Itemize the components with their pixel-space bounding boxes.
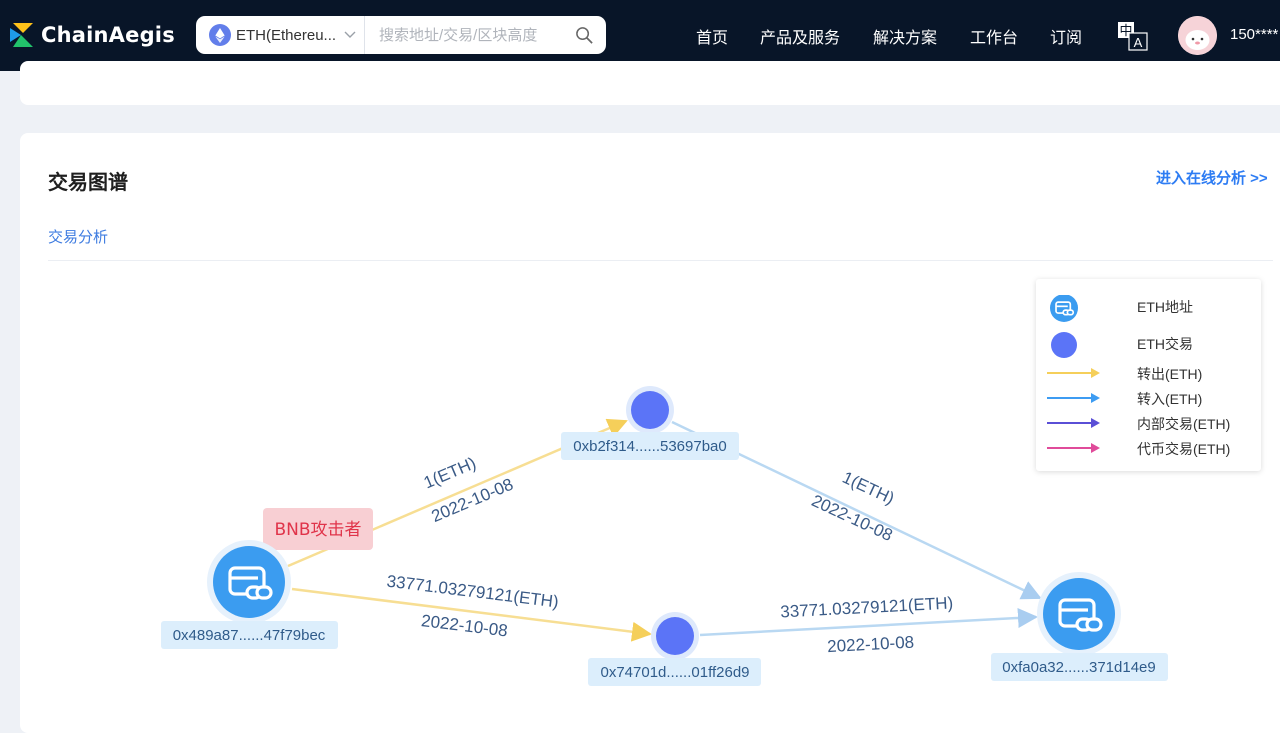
legend-label-token: 代币交易(ETH) <box>1137 441 1231 457</box>
legend-item-transaction[interactable]: ETH交易 <box>1036 332 1261 358</box>
edge-amount-e4: 33771.03279121(ETH) <box>780 593 954 621</box>
legend-item-in[interactable]: 转入(ETH) <box>1036 387 1261 409</box>
attacker-tag-label: BNB攻击者 <box>274 520 361 540</box>
tx-label-top[interactable]: 0xb2f314......53697ba0 <box>573 438 726 455</box>
legend-item-internal[interactable]: 内部交易(ETH) <box>1036 412 1261 434</box>
transaction-dot-icon <box>1051 332 1077 358</box>
address-label-target[interactable]: 0xfa0a32......371d14e9 <box>1002 659 1155 676</box>
in-arrow-icon <box>1047 393 1100 403</box>
legend-label-transaction: ETH交易 <box>1137 336 1193 352</box>
token-arrow-icon <box>1047 443 1100 453</box>
edge-amount-e3: 33771.03279121(ETH) <box>386 572 560 612</box>
tx-label-bottom[interactable]: 0x74701d......01ff26d9 <box>600 664 749 681</box>
address-node-target[interactable] <box>1037 572 1121 656</box>
edge-tx-bottom-to-target[interactable] <box>699 607 1038 637</box>
legend-label-out: 转出(ETH) <box>1137 366 1203 382</box>
tx-node-bottom[interactable] <box>651 612 699 660</box>
legend-item-out[interactable]: 转出(ETH) <box>1036 362 1261 384</box>
tx-node-top[interactable] <box>626 386 674 434</box>
legend-label-internal: 内部交易(ETH) <box>1137 416 1231 432</box>
legend-label-in: 转入(ETH) <box>1137 391 1203 407</box>
internal-arrow-icon <box>1047 418 1100 428</box>
address-wallet-icon <box>1050 295 1078 322</box>
legend-label-address: ETH地址 <box>1137 299 1193 315</box>
legend-item-address[interactable]: ETH地址 <box>1036 295 1261 322</box>
edge-label-e2: 1(ETH) 2022-10-08 <box>809 468 897 545</box>
address-node-source[interactable] <box>207 540 291 624</box>
edge-label-e1: 1(ETH) 2022-10-08 <box>421 453 516 526</box>
legend-item-token[interactable]: 代币交易(ETH) <box>1036 437 1261 459</box>
graph-legend: ETH地址 ETH交易 转出(ETH) 转入(ETH) 内部交易(ETH) 代币… <box>1036 279 1261 471</box>
address-label-source[interactable]: 0x489a87......47f79bec <box>173 627 326 644</box>
edge-amount-e2: 1(ETH) <box>839 468 897 508</box>
edge-label-e3: 33771.03279121(ETH) 2022-10-08 <box>386 572 560 641</box>
edge-date-e4: 2022-10-08 <box>827 633 915 657</box>
out-arrow-icon <box>1047 368 1100 378</box>
